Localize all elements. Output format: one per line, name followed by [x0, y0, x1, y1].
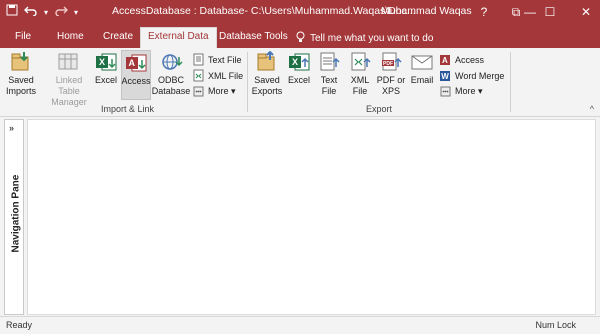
excel-icon: X [94, 51, 118, 73]
status-ready: Ready [6, 320, 33, 330]
saved-exports-label: Saved Exports [251, 75, 283, 96]
odbc-icon [159, 51, 183, 73]
ribbon: Saved Imports Linked Table Manager X Exc… [0, 48, 600, 117]
saved-imports-label: Saved Imports [5, 75, 36, 96]
saved-imports-icon [9, 51, 33, 73]
import-more-button[interactable]: More ▾ [192, 85, 236, 98]
quick-access-toolbar: ▾ ▾ [6, 4, 78, 21]
export-xml-file-button[interactable]: XML File [348, 51, 372, 97]
svg-text:PDF: PDF [383, 61, 393, 67]
word-merge-button[interactable]: W Word Merge [439, 69, 504, 82]
export-xml-file-label: XML File [350, 75, 370, 96]
export-text-file-icon [317, 51, 341, 73]
export-text-file-button[interactable]: Text File [317, 51, 341, 97]
access-icon: A [124, 52, 148, 74]
status-bar: Ready Num Lock [0, 316, 600, 334]
document-area [27, 119, 596, 315]
tell-me-text: Tell me what you want to do [310, 33, 434, 44]
navigation-pane-label: Navigation Pane [10, 174, 22, 253]
import-excel-label: Excel [94, 75, 117, 85]
minimize-button[interactable]: — [520, 2, 540, 22]
export-more-button[interactable]: More ▾ [439, 85, 483, 98]
word-icon: W [439, 69, 452, 82]
odbc-database-button[interactable]: ODBC Database [151, 51, 191, 97]
tab-home[interactable]: Home [50, 28, 91, 48]
save-icon[interactable] [6, 4, 18, 21]
export-access-button[interactable]: A Access [439, 53, 484, 66]
undo-dropdown-icon[interactable]: ▾ [44, 5, 48, 21]
expand-navigation-icon[interactable]: » [9, 123, 14, 133]
navigation-pane[interactable]: » Navigation Pane [4, 119, 24, 315]
import-excel-button[interactable]: X Excel [91, 51, 121, 86]
svg-text:X: X [99, 57, 105, 67]
window-title: AccessDatabase : Database- C:\Users\Muha… [112, 5, 416, 17]
export-access-icon: A [439, 53, 452, 66]
linked-table-manager-button[interactable]: Linked Table Manager [48, 51, 90, 108]
user-name[interactable]: Muhammad Waqas [381, 5, 472, 17]
title-bar: ▾ ▾ AccessDatabase : Database- C:\Users\… [0, 0, 600, 24]
odbc-database-label: ODBC Database [151, 75, 191, 96]
svg-text:W: W [441, 72, 449, 81]
tab-database-tools[interactable]: Database Tools [212, 28, 295, 48]
linked-table-manager-icon [57, 51, 81, 73]
undo-icon[interactable] [24, 4, 38, 21]
export-text-file-label: Text File [320, 75, 338, 96]
import-text-file-button[interactable]: Text File [192, 53, 242, 66]
lightbulb-icon [296, 31, 305, 46]
xml-file-icon [192, 69, 205, 82]
ribbon-tabs: File Home Create External Data Database … [0, 24, 600, 48]
export-more-label: More ▾ [455, 86, 483, 96]
tab-create[interactable]: Create [96, 28, 140, 48]
svg-text:A: A [129, 58, 136, 68]
customize-qat-icon[interactable]: ▾ [74, 5, 78, 21]
more-icon [192, 85, 205, 98]
import-xml-file-button[interactable]: XML File [192, 69, 243, 82]
email-button[interactable]: Email [410, 51, 434, 86]
word-merge-label: Word Merge [455, 70, 505, 81]
help-icon[interactable]: ? [474, 2, 494, 22]
export-more-icon [439, 85, 452, 98]
tab-file[interactable]: File [8, 28, 38, 48]
export-pdf-xps-button[interactable]: PDF PDF or XPS [376, 51, 406, 97]
import-xml-file-label: XML File [208, 70, 244, 81]
saved-imports-button[interactable]: Saved Imports [4, 51, 38, 97]
group-separator-2 [510, 52, 511, 112]
import-access-button[interactable]: A Access [121, 50, 151, 100]
export-pdf-xps-label: PDF or XPS [376, 75, 406, 96]
email-label: Email [410, 75, 434, 85]
import-more-label: More ▾ [208, 86, 236, 96]
close-button[interactable]: ✕ [576, 2, 596, 22]
redo-icon[interactable] [54, 4, 69, 21]
collapse-ribbon-icon[interactable]: ^ [590, 104, 594, 114]
svg-text:X: X [292, 57, 298, 67]
export-group-label: Export [366, 104, 393, 114]
import-link-group-label: Import & Link [101, 104, 155, 114]
export-excel-label: Excel [287, 75, 310, 85]
export-xml-file-icon [348, 51, 372, 73]
export-excel-icon: X [287, 51, 311, 73]
maximize-button[interactable]: ☐ [540, 2, 560, 22]
svg-text:A: A [442, 56, 448, 65]
email-icon [410, 51, 434, 73]
export-access-label: Access [455, 54, 485, 65]
export-excel-button[interactable]: X Excel [286, 51, 312, 86]
import-access-label: Access [121, 76, 151, 86]
saved-exports-icon [255, 50, 279, 73]
tab-external-data[interactable]: External Data [140, 27, 217, 48]
linked-table-manager-label: Linked Table Manager [51, 75, 87, 107]
text-file-icon [192, 53, 205, 66]
saved-exports-button[interactable]: Saved Exports [251, 50, 283, 97]
group-separator [247, 52, 248, 112]
tell-me-search[interactable]: Tell me what you want to do [296, 31, 433, 46]
import-text-file-label: Text File [208, 54, 242, 65]
status-num-lock: Num Lock [535, 320, 576, 330]
pdf-icon: PDF [379, 51, 403, 73]
